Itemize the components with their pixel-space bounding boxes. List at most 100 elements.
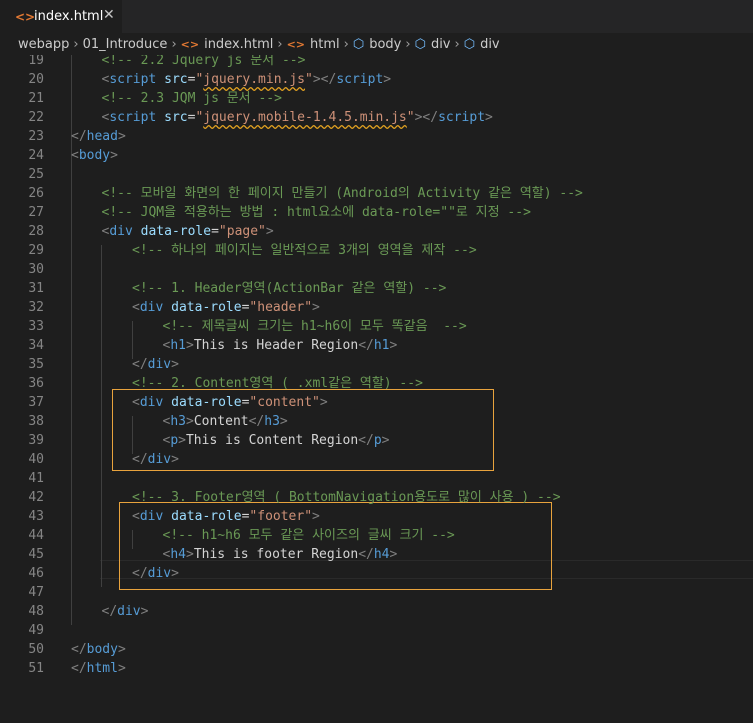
code-line[interactable]: 31 <!-- 1. Header영역(ActionBar 같은 역할) --> xyxy=(0,279,753,298)
code-line[interactable]: 22 <script src="jquery.mobile-1.4.5.min.j… xyxy=(0,108,753,127)
code-line[interactable]: 25 xyxy=(0,165,753,184)
code-line[interactable]: 34 <h1>This is Header Region</h1> xyxy=(0,336,753,355)
token-br: ></ xyxy=(312,72,337,87)
line-number: 36 xyxy=(28,376,44,391)
code-line[interactable]: 39 <p>This is Content Region</p> xyxy=(0,431,753,450)
tab-index-html[interactable]: <> index.html ✕ xyxy=(0,0,122,33)
tab-title: index.html xyxy=(34,9,104,24)
close-icon[interactable]: ✕ xyxy=(103,7,115,23)
code-line[interactable]: 29 <!-- 하나의 페이지는 일반적으로 3개의 영역을 제작 --> xyxy=(0,241,753,260)
token-strul: jquery.mobile-1.4.5.min.js xyxy=(203,110,407,125)
token-br: > xyxy=(319,395,328,410)
line-number: 41 xyxy=(28,471,44,486)
code-editor[interactable]: 19 <!-- 2.2 Jquery js 문서 --> 20 <script src… xyxy=(0,55,753,723)
token-br: </ xyxy=(132,452,148,467)
code-line[interactable]: 46 </div> xyxy=(0,564,753,583)
code-line[interactable]: 44 <!-- h1~h6 모두 같은 사이즈의 글씨 크기 --> xyxy=(0,526,753,545)
token-tag: div xyxy=(109,224,133,239)
code-text: </div> xyxy=(132,450,179,469)
code-line[interactable]: 50 </body> xyxy=(0,640,753,659)
code-text: <!-- 2.3 JQM js 문서 --> xyxy=(102,89,282,108)
code-text: <!-- 1. Header영역(ActionBar 같은 역할) --> xyxy=(132,279,446,298)
code-line[interactable]: 51 </html> xyxy=(0,659,753,678)
code-line[interactable]: 21 <!-- 2.3 JQM js 문서 --> xyxy=(0,89,753,108)
element-cube-icon: ⬡ xyxy=(414,36,426,52)
html-file-icon: <> xyxy=(15,9,36,24)
code-line[interactable]: 33 <!-- 제목글씨 크기는 h1~h6이 모두 똑같음 --> xyxy=(0,317,753,336)
code-line[interactable]: 45 <h4>This is footer Region</h4> xyxy=(0,545,753,564)
line-number: 20 xyxy=(28,72,44,87)
line-number: 47 xyxy=(28,585,44,600)
code-text: </div> xyxy=(132,564,179,583)
token-attr: data-role xyxy=(171,509,242,524)
chevron-right-icon: › xyxy=(171,36,177,52)
token-com: <!-- 제목글씨 크기는 h1~h6이 모두 똑같음 --> xyxy=(162,319,467,334)
line-number: 42 xyxy=(28,490,44,505)
breadcrumb-item-file[interactable]: <> index.html xyxy=(181,37,274,52)
breadcrumb-item-div-current[interactable]: ⬡ div xyxy=(464,37,500,52)
line-number: 28 xyxy=(28,224,44,239)
token-tag: html xyxy=(86,661,118,676)
code-line[interactable]: 27 <!-- JQM을 적용하는 방법 : html요소에 data-role=… xyxy=(0,203,753,222)
code-text: </div> xyxy=(132,355,179,374)
code-line[interactable]: 49 xyxy=(0,621,753,640)
token-tag: body xyxy=(78,148,111,163)
token-br: > xyxy=(117,129,126,144)
line-number: 19 xyxy=(28,55,44,68)
code-line[interactable]: 36 <!-- 2. Content영역 ( .xml같은 역할) --> xyxy=(0,374,753,393)
code-text: <div data-role="content"> xyxy=(132,393,328,412)
code-line[interactable]: 20 <script src="jquery.min.js"></script> xyxy=(0,70,753,89)
token-str: " xyxy=(305,72,313,87)
token-str: "footer" xyxy=(249,509,313,524)
code-line[interactable]: 35 </div> xyxy=(0,355,753,374)
code-text: <p>This is Content Region</p> xyxy=(163,431,390,450)
token-tag: div xyxy=(139,300,164,315)
token-com: <!-- 2. Content영역 ( .xml같은 역할) --> xyxy=(132,376,423,391)
code-line[interactable]: 48 </div> xyxy=(0,602,753,621)
line-number: 32 xyxy=(28,300,44,315)
breadcrumb-item-webapp[interactable]: webapp xyxy=(18,37,69,52)
code-line[interactable]: 47 xyxy=(0,583,753,602)
token-tag: head xyxy=(86,129,118,144)
code-line[interactable]: 30 xyxy=(0,260,753,279)
code-line[interactable]: 37 <div data-role="content"> xyxy=(0,393,753,412)
code-line[interactable]: 43 <div data-role="footer"> xyxy=(0,507,753,526)
code-text: <script src="jquery.mobile-1.4.5.min.js"… xyxy=(102,108,493,127)
code-line[interactable]: 38 <h3>Content</h3> xyxy=(0,412,753,431)
code-text: <h4>This is footer Region</h4> xyxy=(163,545,398,564)
breadcrumb-label: div xyxy=(430,36,451,52)
line-number: 45 xyxy=(28,547,44,562)
breadcrumb-item-folder[interactable]: 01_Introduce xyxy=(83,37,168,52)
code-line[interactable]: 40 </div> xyxy=(0,450,753,469)
breadcrumb-item-body[interactable]: ⬡ body xyxy=(353,37,402,52)
breadcrumb-item-html[interactable]: <> html xyxy=(287,37,340,52)
code-line[interactable]: 28 <div data-role="page"> xyxy=(0,222,753,241)
chevron-right-icon: › xyxy=(73,36,79,52)
token-tag: div xyxy=(147,566,172,581)
code-line[interactable]: 19 <!-- 2.2 Jquery js 문서 --> xyxy=(0,55,753,70)
token-br: </ xyxy=(71,642,87,657)
token-strul: jquery.min.js xyxy=(203,72,306,87)
code-text: </div> xyxy=(102,602,149,621)
code-line[interactable]: 24 <body> xyxy=(0,146,753,165)
code-line[interactable]: 26 <!-- 모바일 화면의 한 페이지 만들기 (Android의 Activ… xyxy=(0,184,753,203)
breadcrumb-item-div[interactable]: ⬡ div xyxy=(415,37,451,52)
token-txt: This is Content Region xyxy=(185,433,359,448)
token-tag: h4 xyxy=(373,547,390,562)
token-tag: script xyxy=(109,110,157,125)
token-br: > xyxy=(185,547,194,562)
line-number: 31 xyxy=(28,281,44,296)
code-text: </html> xyxy=(71,659,126,678)
line-number: 23 xyxy=(28,129,44,144)
token-tag: h4 xyxy=(170,547,186,562)
token-br: > xyxy=(110,148,118,163)
token-tag: h3 xyxy=(264,414,280,429)
code-line[interactable]: 42 <!-- 3. Footer영역 ( BottomNavigation용도로… xyxy=(0,488,753,507)
code-line[interactable]: 41 xyxy=(0,469,753,488)
code-line[interactable]: 23 </head> xyxy=(0,127,753,146)
code-line[interactable]: 32 <div data-role="header"> xyxy=(0,298,753,317)
token-attr: src xyxy=(164,110,188,125)
breadcrumb-label: webapp xyxy=(18,36,70,52)
breadcrumb-label: body xyxy=(369,36,402,52)
